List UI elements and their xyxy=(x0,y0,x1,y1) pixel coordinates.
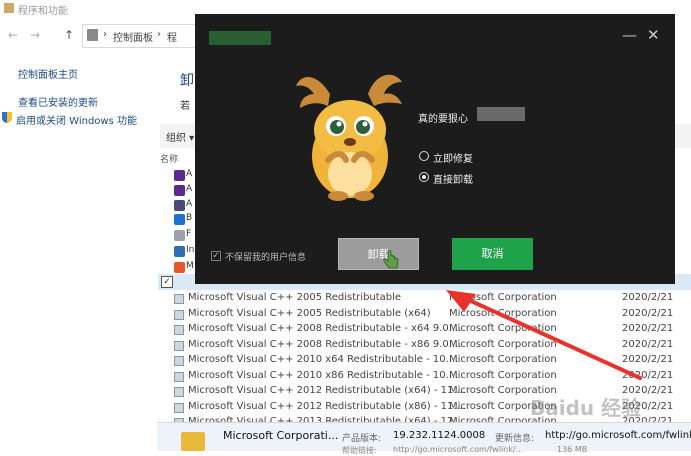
minimize-button[interactable]: — xyxy=(622,26,637,44)
details-pane: Microsoft Corporati... 产品版本: 19.232.1124… xyxy=(157,422,691,455)
program-install-date: 2020/2/21 xyxy=(622,338,674,350)
hand-cursor-icon xyxy=(383,250,399,269)
program-install-date: 2020/2/21 xyxy=(622,292,674,303)
details-version-label: 产品版本: xyxy=(342,434,382,444)
table-row[interactable]: Microsoft Visual C++ 2005 Redistributabl… xyxy=(172,292,691,307)
app-icon xyxy=(174,262,185,273)
up-button[interactable]: ↑ xyxy=(64,28,74,42)
option-repair-label: 立即修复 xyxy=(433,154,473,165)
program-name: Microsoft Visual C++ 2012 Redistributabl… xyxy=(188,385,467,396)
installer-icon xyxy=(174,340,184,351)
address-bar[interactable]: › 控制面板 › 程 xyxy=(82,24,204,48)
deer-mascot-illustration xyxy=(296,74,402,201)
cancel-button[interactable]: 取消 xyxy=(452,238,533,270)
app-name-partial[interactable]: A xyxy=(186,169,192,179)
program-name: Microsoft Visual C++ 2008 Redistributabl… xyxy=(188,323,462,334)
table-row[interactable]: Microsoft Visual C++ 2008 Redistributabl… xyxy=(172,323,691,338)
programs-icon xyxy=(4,3,14,13)
organize-button[interactable]: 组织 ▾ xyxy=(166,129,194,144)
app-icon xyxy=(174,214,185,225)
table-row[interactable]: Microsoft Visual C++ 2010 x86 Redistribu… xyxy=(172,370,691,385)
program-install-date: 2020/2/21 xyxy=(622,354,674,365)
app-name-partial[interactable]: In xyxy=(186,245,194,255)
nav-windows-features[interactable]: 启用或关闭 Windows 功能 xyxy=(16,112,137,127)
radio-uninstall-icon[interactable] xyxy=(419,172,429,182)
program-publisher: Microsoft Corporation xyxy=(449,292,557,303)
option-uninstall-label: 直接卸载 xyxy=(433,175,473,186)
app-icon xyxy=(174,185,185,196)
program-name: Microsoft Visual C++ 2010 x86 Redistribu… xyxy=(188,369,459,381)
breadcrumb-programs[interactable]: 程 xyxy=(167,29,177,44)
table-row[interactable]: Microsoft Visual C++ 2008 Redistributabl… xyxy=(172,339,691,354)
program-publisher: Microsoft Corporation xyxy=(449,307,557,319)
installer-icon xyxy=(174,309,184,320)
details-update-url[interactable]: http://go.microsoft.com/fwlink/ xyxy=(545,430,691,441)
installer-icon xyxy=(174,402,184,413)
installer-icon xyxy=(174,356,184,366)
app-name-partial[interactable]: F xyxy=(186,229,191,239)
app-icon xyxy=(174,200,185,211)
redacted-app-name xyxy=(477,107,525,121)
program-publisher: Microsoft Corporation xyxy=(449,369,557,381)
nav-control-panel-home[interactable]: 控制面板主页 xyxy=(18,66,78,81)
close-button[interactable]: ✕ xyxy=(647,26,660,44)
program-publisher: Microsoft Corporation xyxy=(449,323,557,334)
app-logo xyxy=(209,31,271,45)
column-name-header[interactable]: 名称 xyxy=(160,152,178,165)
program-name: Microsoft Visual C++ 2012 Redistributabl… xyxy=(188,400,467,412)
uninstall-button[interactable]: 卸载 xyxy=(338,238,419,270)
program-install-date: 2020/2/21 xyxy=(622,307,674,319)
details-update-label: 更新信息: xyxy=(495,434,535,444)
details-help-label: 帮助链接: xyxy=(342,446,377,455)
details-version: 19.232.1124.0008 xyxy=(393,430,486,441)
program-publisher: Microsoft Corporation xyxy=(449,338,557,350)
breadcrumb-control-panel[interactable]: 控制面板 xyxy=(113,29,153,44)
breadcrumb-sep-2: › xyxy=(157,29,161,40)
table-row[interactable]: Microsoft Visual C++ 2005 Redistributabl… xyxy=(172,308,691,323)
program-publisher: Microsoft Corporation xyxy=(449,354,557,365)
program-name: Microsoft Visual C++ 2005 Redistributabl… xyxy=(188,307,431,319)
app-name-partial[interactable]: A xyxy=(186,199,192,209)
details-publisher: Microsoft Corporati... xyxy=(223,429,339,442)
app-name-partial[interactable]: A xyxy=(186,184,192,194)
breadcrumb-sep: › xyxy=(103,29,107,40)
app-icon xyxy=(174,170,185,181)
window-title: 程序和功能 xyxy=(18,6,68,17)
table-row[interactable]: Microsoft Visual C++ 2010 x64 Redistribu… xyxy=(172,354,691,369)
uninstall-dialog: — ✕ 真的要狠心 立即修复 直接卸载 ✓ 不保留我的用户信息 卸载 取消 xyxy=(195,14,675,284)
uninstall-question: 真的要狠心 xyxy=(418,114,468,125)
program-install-date: 2020/2/21 xyxy=(622,369,674,381)
keep-user-info-label: 不保留我的用户信息 xyxy=(225,253,307,263)
shield-icon xyxy=(2,112,12,123)
program-name: Microsoft Visual C++ 2008 Redistributabl… xyxy=(188,338,462,350)
page-header: 卸 xyxy=(180,73,194,89)
checkbox-icon[interactable]: ✓ xyxy=(211,251,221,261)
installer-icon xyxy=(174,371,184,382)
installer-icon xyxy=(174,294,184,304)
program-name: Microsoft Visual C++ 2005 Redistributabl… xyxy=(188,292,402,303)
page-description: 若 xyxy=(180,101,190,112)
installer-icon xyxy=(174,325,184,335)
nav-installed-updates[interactable]: 查看已安装的更新 xyxy=(18,94,98,109)
control-panel-icon xyxy=(87,29,98,41)
app-icon xyxy=(174,230,185,241)
radio-repair-icon[interactable] xyxy=(419,151,429,161)
program-name: Microsoft Visual C++ 2010 x64 Redistribu… xyxy=(188,354,459,365)
back-button[interactable]: ← xyxy=(8,28,18,42)
forward-button[interactable]: → xyxy=(30,28,40,42)
row-checkbox[interactable]: ✓ xyxy=(161,276,173,288)
app-name-partial[interactable]: M xyxy=(186,261,194,271)
app-name-partial[interactable]: B xyxy=(186,213,192,223)
baidu-watermark: Baidu 经验 xyxy=(530,396,642,420)
program-install-date: 2020/2/21 xyxy=(622,323,674,334)
folder-icon xyxy=(181,432,205,451)
installer-icon xyxy=(174,387,184,397)
app-icon xyxy=(174,246,185,257)
